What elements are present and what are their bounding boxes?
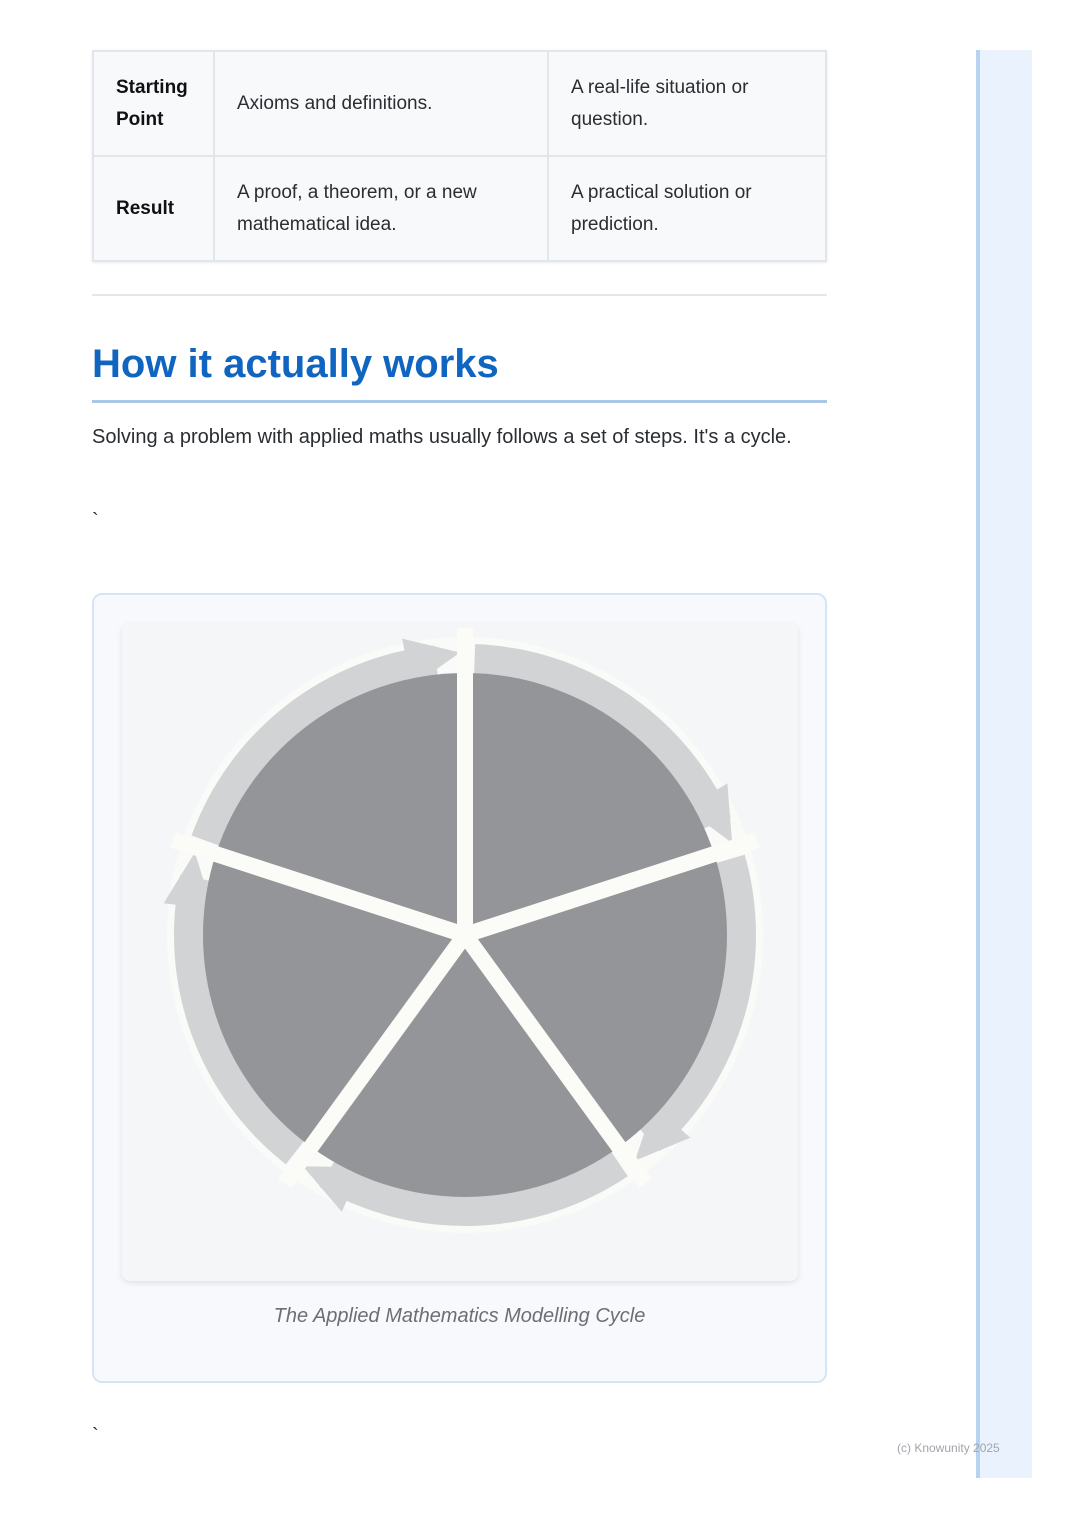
figure-card: The Applied Mathematics Modelling Cycle: [92, 593, 827, 1383]
stray-backtick: `: [92, 510, 99, 532]
figure-caption: The Applied Mathematics Modelling Cycle: [273, 1305, 646, 1327]
table-cell: A proof, a theorem, or a new mathematica…: [213, 155, 549, 262]
intro-paragraph: Solving a problem with applied maths usu…: [92, 426, 792, 448]
document-content: Starting Point Axioms and definitions. A…: [92, 50, 827, 1447]
section-heading: How it actually works: [92, 336, 827, 403]
cycle-diagram-image: [122, 623, 798, 1281]
table-row: Starting Point Axioms and definitions. A…: [92, 50, 827, 157]
table-cell: A real-life situation or question.: [547, 50, 827, 157]
comparison-table: Starting Point Axioms and definitions. A…: [92, 50, 827, 262]
stray-backtick: `: [92, 1425, 99, 1447]
table-cell: Axioms and definitions.: [213, 50, 549, 157]
copyright-footer: (c) Knowunity 2025: [897, 1441, 1000, 1455]
table-row: Result A proof, a theorem, or a new math…: [92, 155, 827, 262]
row-label: Starting Point: [92, 50, 215, 157]
horizontal-divider: [92, 294, 827, 296]
side-panel: [976, 50, 1032, 1478]
cycle-diagram: [163, 628, 763, 1233]
row-label: Result: [92, 155, 215, 262]
table-cell: A practical solution or prediction.: [547, 155, 827, 262]
